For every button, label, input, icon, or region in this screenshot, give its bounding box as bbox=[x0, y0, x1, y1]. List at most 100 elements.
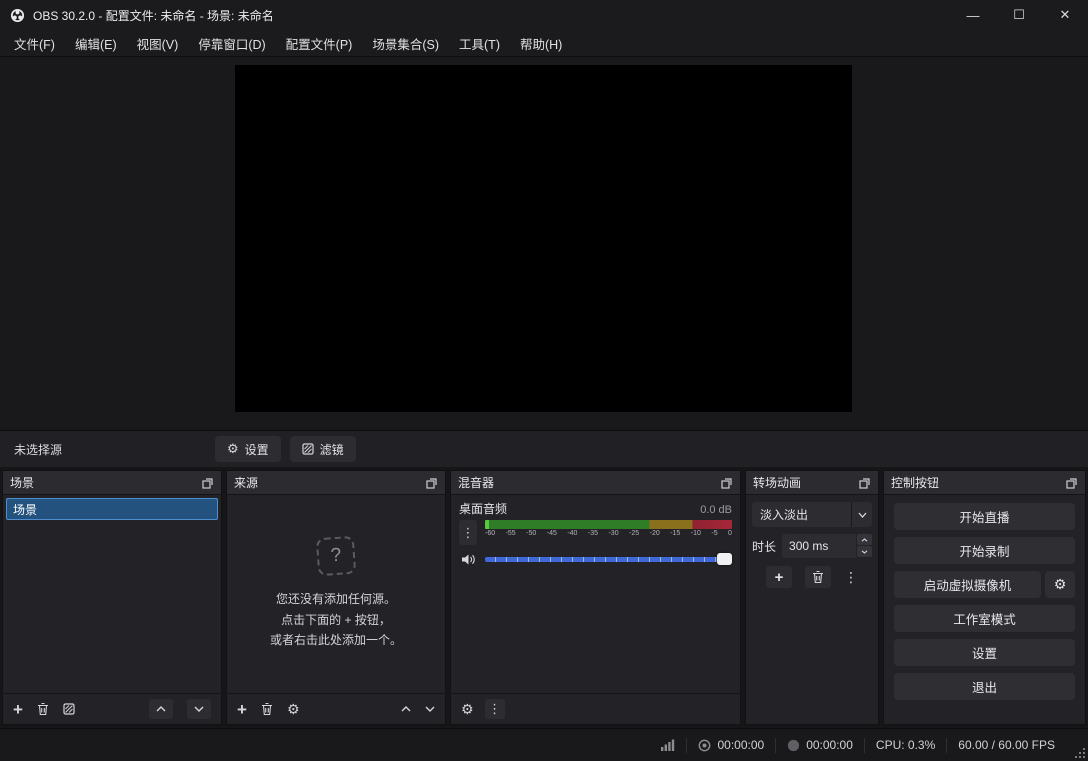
transitions-toolbar: + ⋮ bbox=[752, 566, 872, 588]
volume-meter-bar bbox=[485, 520, 732, 529]
popout-icon[interactable] bbox=[1066, 477, 1078, 489]
close-button[interactable]: ✕ bbox=[1042, 0, 1088, 30]
duration-spin-arrows bbox=[857, 534, 872, 558]
popout-icon[interactable] bbox=[859, 477, 871, 489]
mixer-channel-header: 桌面音频 0.0 dB bbox=[459, 500, 732, 517]
scene-list-area[interactable]: 场景 bbox=[3, 495, 221, 693]
scale-tick: -45 bbox=[546, 530, 557, 537]
transition-properties-button[interactable]: ⋮ bbox=[844, 569, 858, 586]
resize-grip[interactable] bbox=[1073, 746, 1086, 759]
sources-empty-line: 点击下面的 + 按钮， bbox=[281, 612, 391, 627]
scale-tick: -55 bbox=[505, 530, 516, 537]
popout-icon[interactable] bbox=[426, 477, 438, 489]
transition-select[interactable]: 淡入淡出 bbox=[752, 502, 872, 527]
studio-mode-button[interactable]: 工作室模式 bbox=[894, 605, 1075, 632]
question-placeholder-icon: ? bbox=[315, 536, 357, 577]
source-move-down-button[interactable] bbox=[425, 706, 435, 712]
mixer-toolbar: ⚙ ⋮ bbox=[451, 693, 740, 724]
menu-scene-collection[interactable]: 场景集合(S) bbox=[362, 30, 449, 56]
menu-docks[interactable]: 停靠窗口(D) bbox=[188, 30, 275, 56]
source-list-area[interactable]: ? 您还没有添加任何源。 点击下面的 + 按钮， 或者右击此处添加一个。 bbox=[227, 495, 445, 693]
mixer-menu-button[interactable]: ⋮ bbox=[484, 699, 505, 719]
record-time: 00:00:00 bbox=[806, 738, 853, 752]
scenes-dock-header: 场景 bbox=[3, 471, 221, 495]
scale-tick: -25 bbox=[629, 530, 640, 537]
menu-help[interactable]: 帮助(H) bbox=[510, 30, 572, 56]
sources-dock-header: 来源 bbox=[227, 471, 445, 495]
remove-source-button[interactable] bbox=[261, 702, 273, 716]
spin-up-button[interactable] bbox=[857, 534, 872, 545]
start-recording-button[interactable]: 开始录制 bbox=[894, 537, 1075, 564]
menu-view[interactable]: 视图(V) bbox=[127, 30, 189, 56]
mixer-dock-header: 混音器 bbox=[451, 471, 740, 495]
volume-slider-knob[interactable] bbox=[717, 553, 732, 565]
virtual-camera-config-button[interactable]: ⚙ bbox=[1045, 571, 1075, 598]
channel-menu-button[interactable]: ⋮ bbox=[459, 520, 477, 545]
stream-timer: 00:00:00 bbox=[687, 738, 775, 752]
duration-value[interactable]: 300 ms bbox=[782, 534, 856, 558]
scenes-toolbar: + bbox=[3, 693, 221, 724]
stream-status-icon bbox=[698, 739, 711, 752]
spin-down-button[interactable] bbox=[857, 546, 872, 557]
virtual-camera-row: 启动虚拟摄像机 ⚙ bbox=[894, 571, 1075, 598]
mute-toggle-speaker-icon[interactable] bbox=[459, 550, 477, 568]
audio-mixer-dock: 混音器 桌面音频 0.0 dB ⋮ -60 -55 -50 -45 -40 -3… bbox=[450, 470, 741, 725]
popout-icon[interactable] bbox=[202, 477, 214, 489]
remove-scene-button[interactable] bbox=[37, 702, 49, 716]
scene-filters-icon[interactable] bbox=[63, 703, 75, 715]
scenes-dock-title: 场景 bbox=[10, 476, 35, 490]
signal-bars-icon bbox=[661, 739, 675, 751]
volume-slider-track[interactable] bbox=[485, 557, 732, 562]
network-status bbox=[650, 739, 686, 751]
menu-profile[interactable]: 配置文件(P) bbox=[276, 30, 363, 56]
source-filters-button[interactable]: 滤镜 bbox=[289, 436, 356, 462]
remove-transition-button[interactable] bbox=[805, 566, 831, 588]
menu-file[interactable]: 文件(F) bbox=[4, 30, 65, 56]
fps-indicator: 60.00 / 60.00 FPS bbox=[958, 738, 1055, 752]
status-bar: 00:00:00 00:00:00 CPU: 0.3% 60.00 / 60.0… bbox=[0, 728, 1088, 761]
source-properties-button[interactable]: ⚙ 设置 bbox=[215, 436, 281, 462]
volume-slider-row bbox=[459, 550, 732, 568]
advanced-audio-gear-icon[interactable]: ⚙ bbox=[461, 701, 474, 718]
exit-button[interactable]: 退出 bbox=[894, 673, 1075, 700]
controls-body: 开始直播 开始录制 启动虚拟摄像机 ⚙ 工作室模式 设置 退出 bbox=[884, 495, 1085, 724]
scene-list: 场景 bbox=[3, 495, 221, 523]
sources-empty-line: 或者右击此处添加一个。 bbox=[269, 633, 402, 648]
gear-icon: ⚙ bbox=[227, 441, 239, 456]
plus-icon: + bbox=[774, 568, 784, 586]
gear-icon: ⚙ bbox=[1053, 576, 1067, 592]
duration-label: 时长 bbox=[752, 539, 777, 554]
mixer-dock-title: 混音器 bbox=[458, 476, 495, 490]
scene-move-down-button[interactable] bbox=[187, 699, 211, 719]
scale-tick: -60 bbox=[485, 530, 496, 537]
menu-tools[interactable]: 工具(T) bbox=[449, 30, 510, 56]
duration-row: 时长 300 ms bbox=[752, 534, 872, 558]
add-source-button[interactable]: + bbox=[237, 701, 247, 718]
scene-list-item-selected[interactable]: 场景 bbox=[6, 498, 218, 520]
record-timer: 00:00:00 bbox=[776, 738, 864, 752]
scale-tick: -15 bbox=[670, 530, 681, 537]
start-virtual-camera-button[interactable]: 启动虚拟摄像机 bbox=[894, 571, 1041, 598]
menu-edit[interactable]: 编辑(E) bbox=[65, 30, 127, 56]
start-streaming-button[interactable]: 开始直播 bbox=[894, 503, 1075, 530]
popout-icon[interactable] bbox=[721, 477, 733, 489]
channel-level-db: 0.0 dB bbox=[700, 504, 732, 516]
minimize-button[interactable]: — bbox=[950, 0, 996, 30]
record-status-icon bbox=[787, 739, 800, 752]
preview-canvas[interactable] bbox=[235, 65, 852, 412]
controls-dock-header: 控制按钮 bbox=[884, 471, 1085, 495]
source-properties-gear-icon[interactable]: ⚙ bbox=[287, 701, 300, 718]
volume-slider[interactable] bbox=[485, 552, 732, 566]
source-move-up-button[interactable] bbox=[401, 706, 411, 712]
controls-dock-title: 控制按钮 bbox=[891, 476, 940, 490]
chevron-down-icon bbox=[852, 512, 872, 518]
maximize-button[interactable]: ☐ bbox=[996, 0, 1042, 30]
add-transition-button[interactable]: + bbox=[766, 566, 792, 588]
scene-move-up-button[interactable] bbox=[149, 699, 173, 719]
scale-tick: -20 bbox=[649, 530, 660, 537]
menu-bar: 文件(F) 编辑(E) 视图(V) 停靠窗口(D) 配置文件(P) 场景集合(S… bbox=[0, 30, 1088, 57]
add-scene-button[interactable]: + bbox=[13, 701, 23, 718]
settings-button[interactable]: 设置 bbox=[894, 639, 1075, 666]
preview-area bbox=[0, 57, 1088, 430]
sources-empty-state: ? 您还没有添加任何源。 点击下面的 + 按钮， 或者右击此处添加一个。 bbox=[227, 495, 445, 693]
